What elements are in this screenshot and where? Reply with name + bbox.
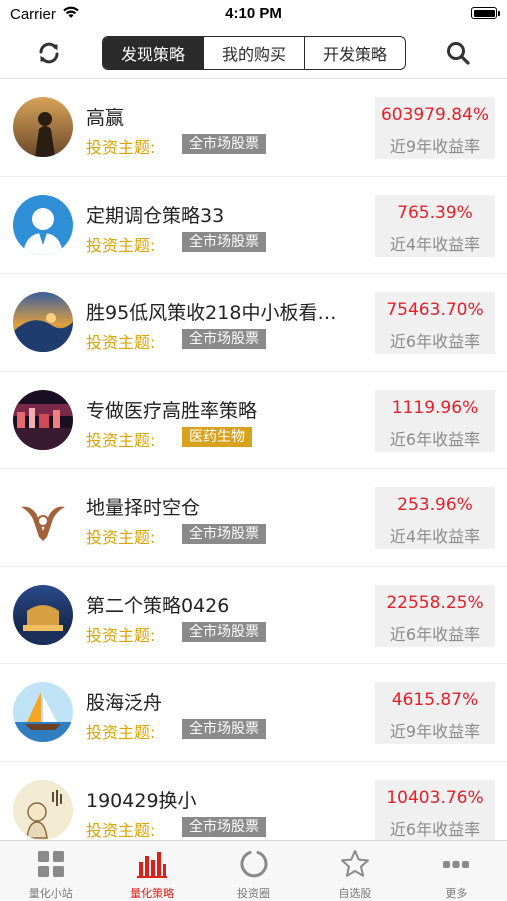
strategy-row[interactable]: 股海泛舟 投资主题: 全市场股票 4615.87% 近9年收益率: [0, 664, 507, 762]
avatar: [13, 779, 73, 840]
strategy-name: 胜95低风策收218中小板看…: [86, 302, 337, 324]
return-box: 10403.76% 近6年收益率: [375, 779, 495, 840]
avatar: [13, 584, 73, 645]
theme-label: 投资主题:: [86, 723, 156, 742]
tab-develop-strategies[interactable]: 开发策略: [304, 37, 405, 69]
grid-icon: [35, 848, 67, 880]
tab-label: 量化策略: [130, 887, 175, 900]
strategy-row[interactable]: 地量择时空仓 投资主题: 全市场股票 253.96% 近4年收益率: [0, 469, 507, 567]
theme-tag: 全市场股票: [182, 621, 266, 642]
theme-label: 投资主题:: [86, 138, 156, 157]
return-value: 1119.96%: [391, 397, 479, 418]
return-box: 1119.96% 近6年收益率: [375, 389, 495, 452]
strategy-name: 高赢: [86, 107, 125, 129]
refresh-icon[interactable]: [36, 40, 62, 66]
tab-more[interactable]: 更多: [406, 841, 507, 900]
return-value: 253.96%: [397, 495, 473, 515]
theme-tag: 全市场股票: [182, 134, 266, 154]
status-time: 4:10 PM: [225, 5, 282, 22]
return-box: 603979.84% 近9年收益率: [375, 97, 495, 159]
return-period: 近6年收益率: [389, 332, 481, 351]
return-period: 近6年收益率: [389, 819, 481, 839]
avatar: [13, 97, 73, 157]
theme-tag: 医药生物: [182, 426, 252, 447]
return-value: 603979.84%: [380, 105, 490, 125]
theme-label: 投资主题:: [86, 235, 156, 255]
return-box: 22558.25% 近6年收益率: [375, 584, 495, 647]
theme-tag: 全市场股票: [182, 231, 266, 252]
return-value: 22558.25%: [386, 592, 484, 613]
strategy-name: 地量择时空仓: [86, 497, 201, 519]
battery-icon: [471, 7, 500, 19]
theme-label: 投资主题:: [86, 820, 156, 840]
more-icon: [440, 848, 472, 880]
theme-tag: 全市场股票: [182, 719, 266, 739]
strategy-name: 190429换小: [86, 789, 197, 812]
segment-control: 发现策略 我的购买 开发策略: [102, 36, 406, 70]
return-period: 近6年收益率: [389, 429, 481, 449]
tab-discover-strategies[interactable]: 发现策略: [103, 37, 203, 69]
return-period: 近4年收益率: [389, 234, 481, 254]
return-period: 近6年收益率: [389, 624, 481, 644]
tab-investment-circle[interactable]: 投资圈: [203, 841, 304, 900]
strategy-list: 高赢 投资主题: 全市场股票 603979.84% 近9年收益率 定期调仓策略3…: [0, 79, 507, 840]
avatar: [13, 292, 73, 352]
strategy-name: 定期调仓策略33: [86, 204, 225, 227]
return-box: 765.39% 近4年收益率: [375, 194, 495, 257]
strategy-row[interactable]: 定期调仓策略33 投资主题: 全市场股票 765.39% 近4年收益率: [0, 177, 507, 274]
return-box: 253.96% 近4年收益率: [375, 487, 495, 549]
return-value: 75463.70%: [386, 300, 484, 320]
return-box: 75463.70% 近6年收益率: [375, 292, 495, 354]
tab-label: 投资圈: [237, 887, 271, 900]
strategy-name: 专做医疗高胜率策略: [86, 399, 258, 422]
return-period: 近4年收益率: [389, 527, 481, 546]
status-bar: Carrier 4:10 PM: [0, 0, 507, 28]
tab-bar: 量化小站 量化策略 投资圈 自选股 更多: [0, 840, 507, 900]
tab-watchlist[interactable]: 自选股: [304, 841, 405, 900]
avatar: [13, 194, 73, 255]
strategy-row[interactable]: 第二个策略0426 投资主题: 全市场股票 22558.25% 近6年收益率: [0, 567, 507, 664]
strategy-name: 第二个策略0426: [86, 594, 230, 617]
return-value: 765.39%: [397, 202, 473, 223]
return-value: 4615.87%: [391, 690, 479, 710]
tab-label: 更多: [445, 887, 468, 900]
strategy-row[interactable]: 专做医疗高胜率策略 投资主题: 医药生物 1119.96% 近6年收益率: [0, 372, 507, 469]
tab-quant-strategies[interactable]: 量化策略: [101, 841, 202, 900]
avatar: [13, 487, 73, 547]
strategy-row[interactable]: 胜95低风策收218中小板看… 投资主题: 全市场股票 75463.70% 近6…: [0, 274, 507, 372]
avatar: [13, 389, 73, 450]
avatar: [13, 682, 73, 742]
bar-chart-icon: [136, 848, 168, 880]
tab-label: 量化小站: [28, 887, 73, 900]
theme-label: 投资主题:: [86, 528, 156, 547]
tab-quant-station[interactable]: 量化小站: [0, 841, 101, 900]
theme-tag: 全市场股票: [182, 816, 266, 837]
theme-tag: 全市场股票: [182, 524, 266, 544]
strategy-name: 股海泛舟: [86, 692, 163, 714]
theme-label: 投资主题:: [86, 333, 156, 352]
return-box: 4615.87% 近9年收益率: [375, 682, 495, 744]
search-icon[interactable]: [445, 40, 471, 66]
theme-label: 投资主题:: [86, 430, 156, 450]
tab-label: 自选股: [338, 887, 372, 900]
theme-label: 投资主题:: [86, 625, 156, 645]
circle-icon: [238, 848, 270, 880]
return-period: 近9年收益率: [389, 137, 481, 156]
return-period: 近9年收益率: [389, 722, 481, 741]
strategy-row[interactable]: 190429换小 投资主题: 全市场股票 10403.76% 近6年收益率: [0, 762, 507, 840]
star-icon: [339, 848, 371, 880]
tab-my-purchases[interactable]: 我的购买: [203, 37, 304, 69]
nav-bar: 发现策略 我的购买 开发策略: [0, 28, 507, 79]
strategy-row[interactable]: 高赢 投资主题: 全市场股票 603979.84% 近9年收益率: [0, 79, 507, 177]
theme-tag: 全市场股票: [182, 329, 266, 349]
return-value: 10403.76%: [386, 787, 484, 808]
